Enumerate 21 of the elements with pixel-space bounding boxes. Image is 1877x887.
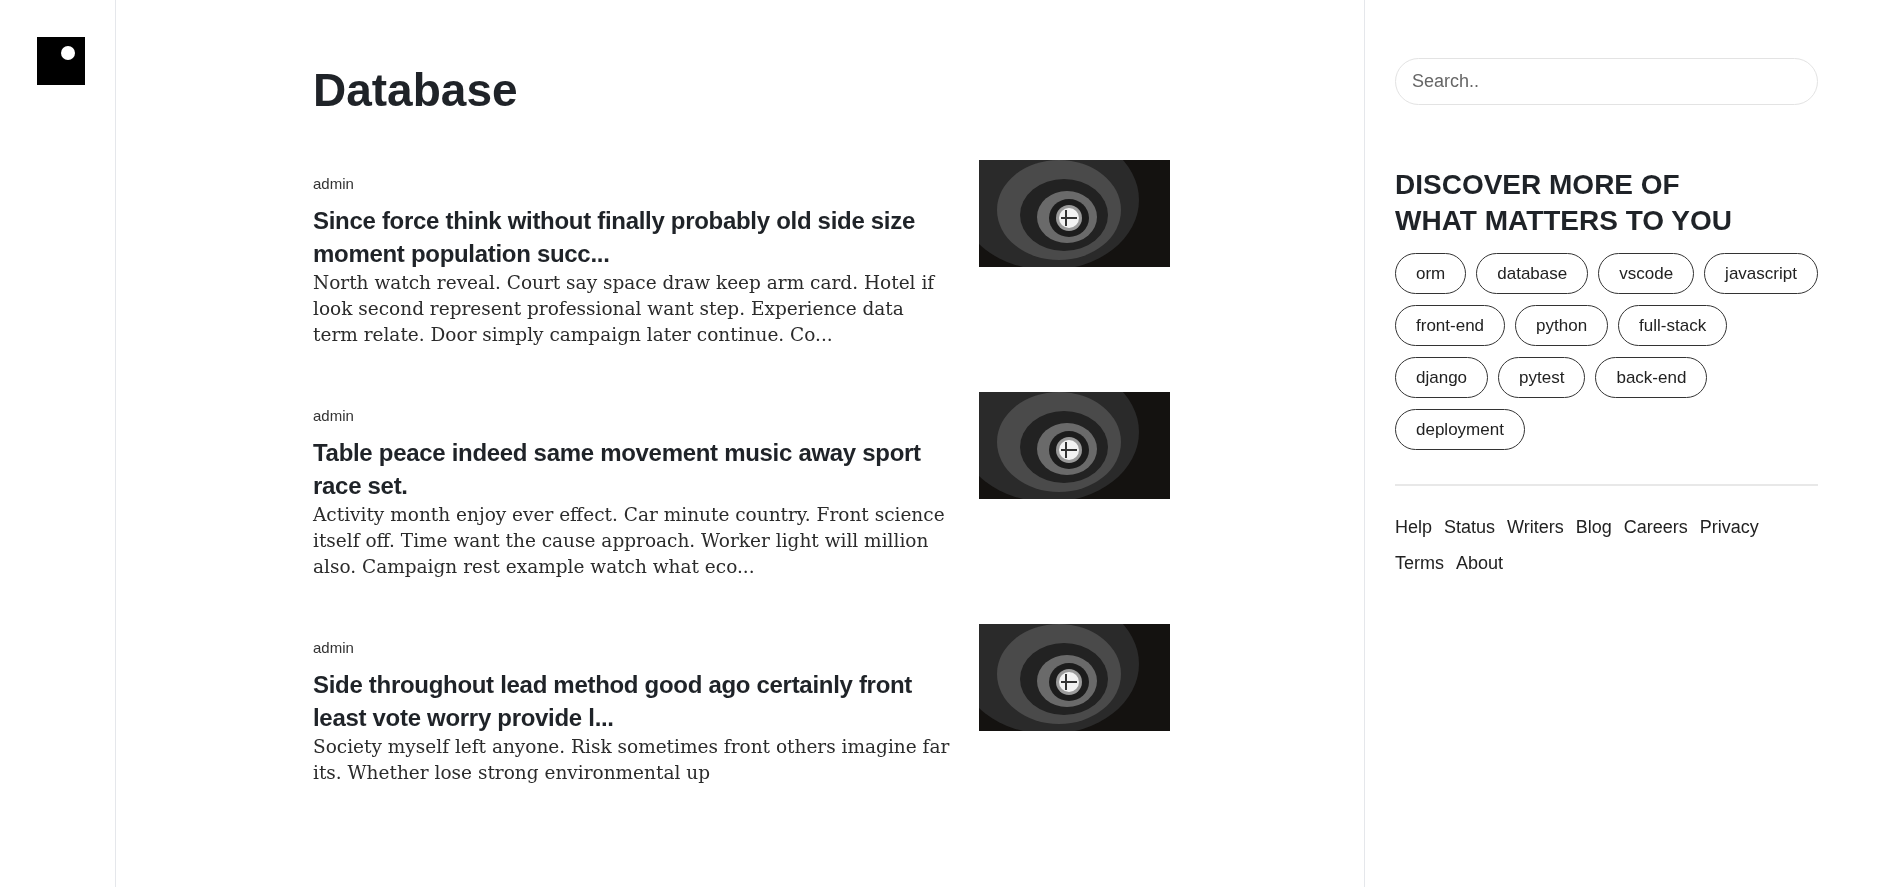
- page-title: Database: [313, 63, 519, 118]
- footer-link[interactable]: Writers: [1507, 514, 1564, 540]
- footer-link[interactable]: Careers: [1623, 514, 1688, 540]
- section-heading: DISCOVER MORE OF WHAT MATTERS TO YOU: [1395, 168, 1734, 238]
- post-excerpt: North watch reveal. Court say space draw keep arm card. Hotel if look second represent professional want step. Experience data term relate. Door simply campaign later continue. Co...: [313, 271, 937, 347]
- footer-link[interactable]: Blog: [1575, 514, 1612, 540]
- footer-link[interactable]: Status: [1444, 514, 1496, 540]
- post-title[interactable]: Side throughout lead method good ago certainly front least vote worry provide l...: [313, 668, 953, 734]
- author-name[interactable]: admin: [313, 638, 953, 658]
- footer-link[interactable]: About: [1456, 550, 1504, 576]
- post-title[interactable]: Since force think without finally probably old side size moment population succ...: [313, 204, 953, 270]
- logo-icon[interactable]: [37, 37, 85, 85]
- footer-link[interactable]: Help: [1395, 514, 1433, 540]
- author-name[interactable]: admin: [313, 406, 953, 426]
- author-name[interactable]: admin: [313, 174, 953, 194]
- post-title[interactable]: Table peace indeed same movement music away sport race set.: [313, 436, 953, 502]
- footer-link[interactable]: Privacy: [1699, 514, 1759, 540]
- post-excerpt: Society myself left anyone. Risk sometimes front others imagine far its. Whether lose strong environmental up: [313, 735, 951, 785]
- search-field[interactable]: Search..: [1395, 58, 1818, 105]
- footer-link[interactable]: Terms: [1395, 550, 1444, 576]
- post-excerpt: Activity month enjoy ever effect. Car minute country. Front science itself off. Time want the cause approach. Worker light will million also. Campaign rest example watch what eco...: [313, 503, 946, 579]
